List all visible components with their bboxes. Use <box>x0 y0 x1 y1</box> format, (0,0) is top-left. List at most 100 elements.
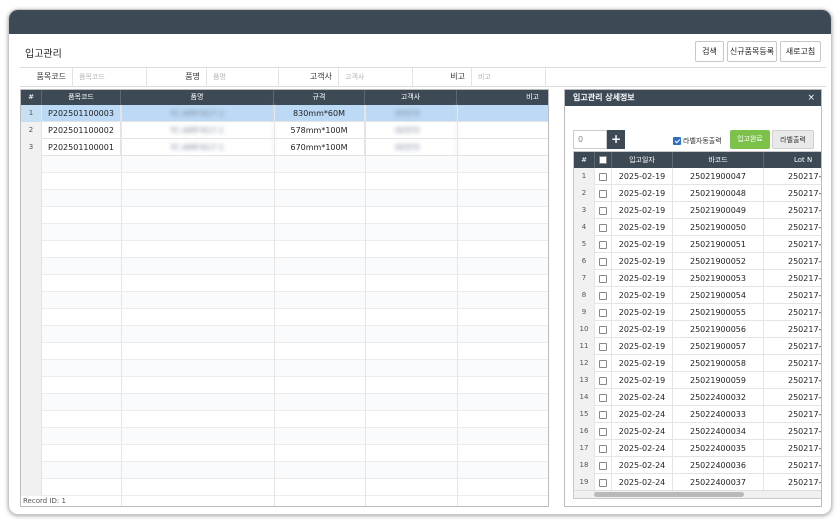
row-checkbox[interactable] <box>599 308 607 317</box>
new-item-button[interactable]: 신규품목등록 <box>727 41 777 62</box>
lot-cell: 250217-C <box>764 389 821 406</box>
detail-row[interactable]: 6 2025-02-1925021900052250217-C <box>574 253 821 270</box>
note-cell <box>457 139 548 156</box>
row-number: 15 <box>574 406 595 423</box>
close-icon[interactable]: × <box>807 90 815 106</box>
row-checkbox[interactable] <box>599 206 607 215</box>
detail-row[interactable]: 17 2025-02-2425022400035250217-0 <box>574 440 821 457</box>
complete-button[interactable]: 입고완료 <box>730 130 770 149</box>
row-checkbox-cell[interactable] <box>595 185 612 202</box>
row-checkbox-cell[interactable] <box>595 202 612 219</box>
item-code-cell: P202501100002 <box>42 122 121 139</box>
row-checkbox[interactable] <box>599 189 607 198</box>
select-all-cell[interactable] <box>595 152 612 168</box>
empty-row <box>21 292 548 309</box>
row-checkbox[interactable] <box>599 172 607 181</box>
note-input[interactable]: 비고 <box>471 68 546 86</box>
col-date-header[interactable]: 입고일자 <box>612 152 673 168</box>
detail-row[interactable]: 1 2025-02-1925021900047250217-0 <box>574 168 821 185</box>
search-button[interactable]: 검색 <box>695 41 724 62</box>
row-checkbox[interactable] <box>599 240 607 249</box>
detail-row[interactable]: 2 2025-02-1925021900048250217-C <box>574 185 821 202</box>
col-lot-header[interactable]: Lot N <box>764 152 821 168</box>
detail-row[interactable]: 7 2025-02-1925021900053250217-C <box>574 270 821 287</box>
table-row[interactable]: 3 P202501100001 YC-AMF4G7-1 670mm*100M 0… <box>21 139 548 156</box>
row-checkbox[interactable] <box>599 427 607 436</box>
col-note-header[interactable]: 비고 <box>457 90 548 105</box>
customer-input[interactable]: 고객사 <box>338 68 413 86</box>
checkbox-checked-icon[interactable] <box>673 137 681 145</box>
row-checkbox-cell[interactable] <box>595 270 612 287</box>
row-checkbox-cell[interactable] <box>595 474 612 491</box>
table-row[interactable]: 1 P202501100003 YC-AMF4G7-1 830mm*60M 00… <box>21 105 548 122</box>
detail-row[interactable]: 8 2025-02-1925021900054250217-C <box>574 287 821 304</box>
row-checkbox-cell[interactable] <box>595 423 612 440</box>
row-checkbox-cell[interactable] <box>595 287 612 304</box>
row-checkbox-cell[interactable] <box>595 219 612 236</box>
detail-row[interactable]: 9 2025-02-1925021900055250217-C <box>574 304 821 321</box>
row-checkbox[interactable] <box>599 257 607 266</box>
column-divider <box>121 105 122 506</box>
row-checkbox-cell[interactable] <box>595 457 612 474</box>
row-checkbox[interactable] <box>599 325 607 334</box>
row-number: 19 <box>574 474 595 491</box>
quantity-input[interactable]: 0 <box>573 130 607 149</box>
row-checkbox[interactable] <box>599 291 607 300</box>
horizontal-scrollbar[interactable] <box>574 490 821 498</box>
empty-row <box>21 275 548 292</box>
row-checkbox-cell[interactable] <box>595 389 612 406</box>
detail-row[interactable]: 18 2025-02-2425022400036250217-C <box>574 457 821 474</box>
row-checkbox[interactable] <box>599 478 607 487</box>
auto-print-toggle[interactable]: 라벨자동출력 <box>673 136 722 146</box>
row-checkbox[interactable] <box>599 274 607 283</box>
row-checkbox[interactable] <box>599 410 607 419</box>
detail-row[interactable]: 19 2025-02-2425022400037250217-C <box>574 474 821 491</box>
col-spec-header[interactable]: 규격 <box>274 90 365 105</box>
row-checkbox[interactable] <box>599 376 607 385</box>
barcode-cell: 25022400033 <box>673 406 764 423</box>
row-checkbox-cell[interactable] <box>595 168 612 185</box>
detail-row[interactable]: 15 2025-02-2425022400033250217-C <box>574 406 821 423</box>
detail-row[interactable]: 3 2025-02-1925021900049250217-C <box>574 202 821 219</box>
col-name-header[interactable]: 품명 <box>121 90 274 105</box>
barcode-cell: 25021900057 <box>673 338 764 355</box>
row-checkbox[interactable] <box>599 461 607 470</box>
row-checkbox-cell[interactable] <box>595 355 612 372</box>
col-code-header[interactable]: 품목코드 <box>42 90 121 105</box>
row-checkbox-cell[interactable] <box>595 321 612 338</box>
refresh-button[interactable]: 새로고침 <box>780 41 821 62</box>
row-checkbox-cell[interactable] <box>595 236 612 253</box>
col-customer-header[interactable]: 고객사 <box>365 90 457 105</box>
detail-row[interactable]: 10 2025-02-1925021900056250217-C <box>574 321 821 338</box>
row-checkbox-cell[interactable] <box>595 304 612 321</box>
detail-grid: # 입고일자 바코드 Lot N 1 2025-02-19 25021900047 2… <box>573 151 821 499</box>
detail-row[interactable]: 13 2025-02-1925021900059250217-C <box>574 372 821 389</box>
item-name-input[interactable]: 품명 <box>206 68 279 86</box>
detail-row[interactable]: 11 2025-02-1925021900057250217-C <box>574 338 821 355</box>
print-label-button[interactable]: 라벨출력 <box>772 130 814 149</box>
table-row[interactable]: 2 P202501100002 YC-AMF4G7-1 578mm*100M 0… <box>21 122 548 139</box>
plus-icon[interactable]: + <box>607 130 625 149</box>
detail-row[interactable]: 12 2025-02-1925021900058250217-C <box>574 355 821 372</box>
barcode-cell: 25022400037 <box>673 474 764 491</box>
row-checkbox-cell[interactable] <box>595 253 612 270</box>
row-checkbox[interactable] <box>599 223 607 232</box>
row-checkbox[interactable] <box>599 444 607 453</box>
row-checkbox-cell[interactable] <box>595 440 612 457</box>
col-barcode-header[interactable]: 바코드 <box>673 152 764 168</box>
row-checkbox[interactable] <box>599 342 607 351</box>
detail-row[interactable]: 14 2025-02-2425022400032250217-C <box>574 389 821 406</box>
row-checkbox[interactable] <box>599 393 607 402</box>
detail-row[interactable]: 5 2025-02-1925021900051250217-C <box>574 236 821 253</box>
date-cell: 2025-02-24 <box>612 474 673 491</box>
scrollbar-thumb[interactable] <box>594 492 744 497</box>
row-checkbox-cell[interactable] <box>595 406 612 423</box>
detail-row[interactable]: 4 2025-02-1925021900050250217-C <box>574 219 821 236</box>
row-checkbox-cell[interactable] <box>595 372 612 389</box>
select-all-checkbox[interactable] <box>599 156 607 164</box>
detail-row[interactable]: 16 2025-02-2425022400034250217-C <box>574 423 821 440</box>
lot-cell: 250217-C <box>764 355 821 372</box>
item-code-input[interactable]: 품목코드 <box>72 68 147 86</box>
row-checkbox[interactable] <box>599 359 607 368</box>
row-checkbox-cell[interactable] <box>595 338 612 355</box>
